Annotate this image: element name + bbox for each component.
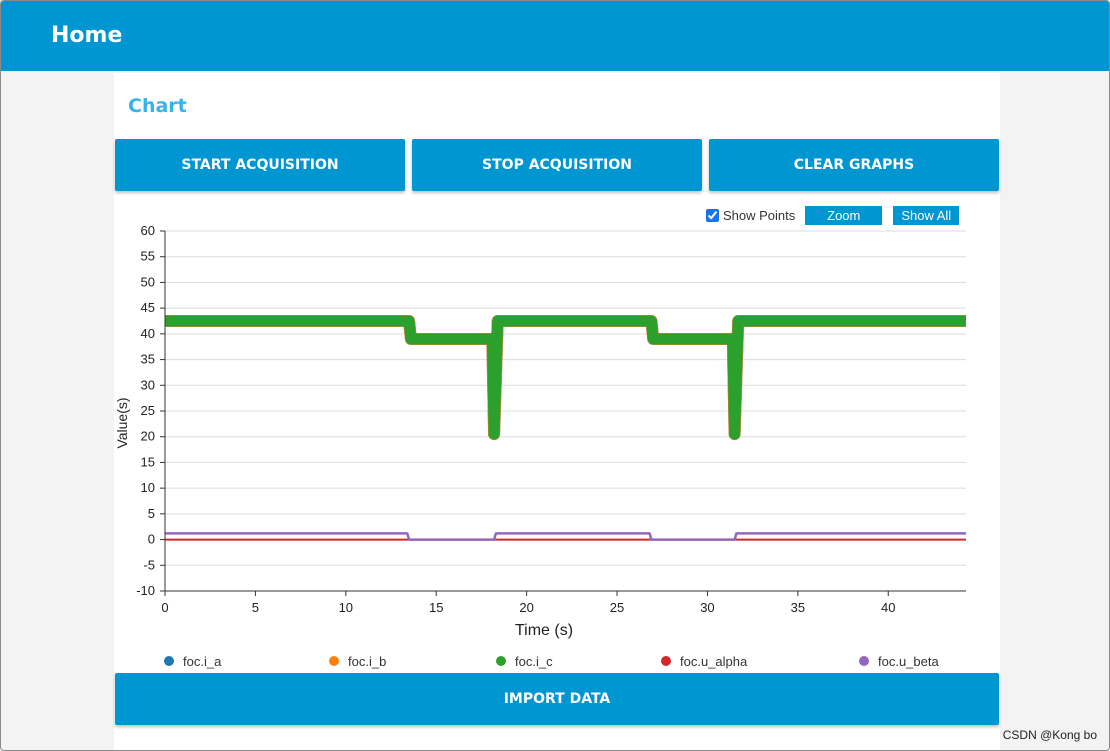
y-tick-label: -5 xyxy=(143,557,155,572)
series-line-foc-i-c xyxy=(165,315,966,440)
y-tick-label: 60 xyxy=(141,226,155,238)
y-tick-label: 15 xyxy=(141,454,155,469)
clear-graphs-button[interactable]: CLEAR GRAPHS xyxy=(709,139,999,191)
x-tick-label: 0 xyxy=(161,600,168,615)
legend-label: foc.i_a xyxy=(183,654,222,669)
app-window: Home Chart START ACQUISITION STOP ACQUIS… xyxy=(0,0,1110,751)
stop-acquisition-button[interactable]: STOP ACQUISITION xyxy=(412,139,702,191)
chart-series xyxy=(165,315,966,541)
series-line-foc-i-a xyxy=(165,315,966,441)
panel-heading: Chart xyxy=(128,95,187,117)
x-axis-label: Time (s) xyxy=(515,622,573,639)
x-tick-label: 10 xyxy=(339,600,353,615)
y-tick-label: -10 xyxy=(136,583,155,598)
chart-panel: Chart START ACQUISITION STOP ACQUISITION… xyxy=(114,73,1000,750)
show-points-checkbox[interactable] xyxy=(706,208,719,222)
legend-marker xyxy=(859,656,869,666)
y-tick-label: 30 xyxy=(141,377,155,392)
watermark: CSDN @Kong bo xyxy=(1002,728,1097,742)
x-tick-label: 30 xyxy=(700,600,714,615)
legend-marker xyxy=(661,656,671,666)
show-all-button[interactable]: Show All xyxy=(893,205,960,225)
page-title: Home xyxy=(51,23,123,48)
y-tick-label: 20 xyxy=(141,429,155,444)
legend-label: foc.u_beta xyxy=(878,654,939,669)
chart-grid xyxy=(165,230,966,592)
chart-legend: foc.i_a foc.i_b foc.i_c foc.u_alpha foc.u_be… xyxy=(164,654,939,669)
x-tick-label: 40 xyxy=(881,600,895,615)
y-tick-label: 0 xyxy=(148,532,155,547)
x-tick-label: 35 xyxy=(791,600,805,615)
y-tick-label: 40 xyxy=(141,326,155,341)
legend-label: foc.i_b xyxy=(348,654,386,669)
app-bar: Home xyxy=(1,1,1109,71)
legend-label: foc.u_alpha xyxy=(680,654,748,669)
x-tick-label: 5 xyxy=(252,600,259,615)
legend-marker xyxy=(164,656,174,666)
y-axis-label: Value(s) xyxy=(114,397,130,448)
y-tick-label: 50 xyxy=(141,274,155,289)
y-tick-label: 55 xyxy=(141,249,155,264)
x-tick-label: 20 xyxy=(519,600,533,615)
legend-marker xyxy=(496,656,506,666)
series-line-foc-i-b xyxy=(165,315,966,441)
y-tick-label: 5 xyxy=(148,506,155,521)
start-acquisition-button[interactable]: START ACQUISITION xyxy=(115,139,405,191)
show-points-label[interactable]: Show Points xyxy=(723,208,795,223)
y-tick-label: 35 xyxy=(141,352,155,367)
legend-marker xyxy=(329,656,339,666)
zoom-button[interactable]: Zoom xyxy=(805,205,883,225)
chart-toolbar: Show Points Zoom Show All xyxy=(706,205,960,225)
x-tick-label: 25 xyxy=(610,600,624,615)
line-chart: 605550454035302520151050-5-100 5 10 15 20 25 3… xyxy=(114,226,966,669)
chart-axes: 605550454035302520151050-5-100 5 10 15 20 25 3… xyxy=(136,226,966,615)
import-data-button[interactable]: IMPORT DATA xyxy=(115,673,999,725)
y-tick-label: 10 xyxy=(141,480,155,495)
y-tick-label: 45 xyxy=(141,300,155,315)
x-tick-label: 15 xyxy=(429,600,443,615)
y-tick-label: 25 xyxy=(141,403,155,418)
legend-label: foc.i_c xyxy=(515,654,553,669)
